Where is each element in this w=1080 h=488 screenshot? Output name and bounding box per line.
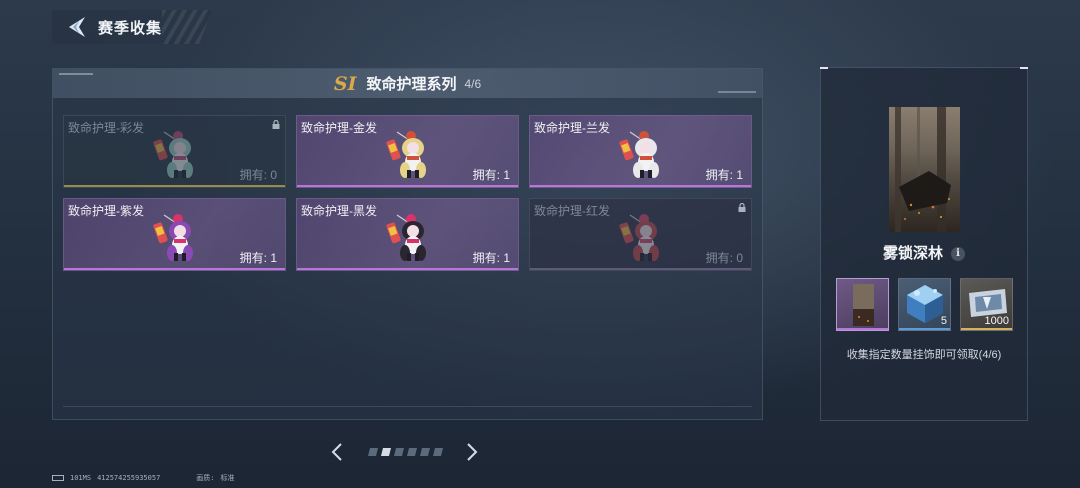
charm-name: 致命护理-红发 (534, 204, 610, 218)
charm-figure-icon (153, 214, 193, 261)
charm-card[interactable]: 致命护理-紫发 拥有: 1 (63, 198, 286, 271)
charm-card[interactable]: 致命护理-兰发 拥有: 1 (529, 115, 752, 188)
owned-count: 拥有: 1 (472, 168, 510, 182)
battery-icon (52, 475, 64, 481)
charm-name: 致命护理-黑发 (301, 204, 377, 218)
series-header: SI 致命护理系列 4/6 (53, 69, 762, 98)
page-dots (368, 448, 443, 456)
header-deco-right (718, 91, 756, 93)
season-badge: SI (333, 72, 357, 95)
page-dot[interactable] (381, 448, 391, 456)
uid-text: 412574255935057 (97, 474, 161, 482)
next-page-arrow-icon[interactable] (465, 442, 479, 462)
charm-name: 致命护理-金发 (301, 121, 377, 135)
charm-card[interactable]: 致命护理-彩发 拥有: 0 (63, 115, 286, 188)
reward-panel: 雾锁深林 i 5 1000 收集指定数量挂饰即可领取(4/6) (820, 67, 1028, 421)
item-rarity-bar (961, 328, 1012, 330)
item-count: 5 (940, 315, 947, 327)
page-dot[interactable] (407, 448, 417, 456)
page-dot[interactable] (433, 448, 443, 456)
charm-card[interactable]: 致命护理-黑发 拥有: 1 (296, 198, 519, 271)
info-icon[interactable]: i (951, 247, 965, 262)
owned-count: 拥有: 0 (239, 168, 277, 182)
reward-name-row: 雾锁深林 i (821, 242, 1027, 263)
panel-divider (63, 406, 752, 407)
owned-count: 拥有: 1 (472, 251, 510, 265)
reward-items: 5 1000 (836, 278, 1013, 331)
portrait-icon (853, 284, 874, 326)
pagination (330, 440, 486, 464)
charm-figure-icon (386, 214, 426, 261)
charm-figure-icon (386, 131, 426, 178)
back-button[interactable] (64, 14, 90, 40)
ping-text: 101MS (70, 474, 92, 482)
owned-count: 拥有: 1 (705, 168, 743, 182)
reward-artwork[interactable] (889, 107, 960, 232)
quality-label: 画质: (196, 474, 215, 482)
reward-name: 雾锁深林 (882, 245, 943, 262)
forest-scene-icon (895, 107, 951, 232)
reward-item-portrait[interactable] (836, 278, 889, 331)
charm-card[interactable]: 致命护理-金发 拥有: 1 (296, 115, 519, 188)
charm-figure-icon (619, 131, 659, 178)
page-dot[interactable] (368, 448, 378, 456)
lock-icon (738, 203, 746, 212)
charm-name: 致命护理-紫发 (68, 204, 144, 218)
charm-card[interactable]: 致命护理-红发 拥有: 0 (529, 198, 752, 271)
page-dot[interactable] (420, 448, 430, 456)
lock-icon (272, 120, 280, 129)
claim-hint: 收集指定数量挂饰即可领取(4/6) (846, 349, 1002, 361)
back-arrow-icon (69, 17, 85, 37)
collection-panel: SI 致命护理系列 4/6 致命护理-彩发 拥有: 0 致命护理-金发 拥有: … (52, 68, 763, 420)
quality-value: 标准 (220, 474, 235, 482)
series-title: 致命护理系列 (366, 76, 457, 93)
reward-item-crystal[interactable]: 5 (898, 278, 951, 331)
owned-count: 拥有: 0 (705, 251, 743, 265)
charm-name: 致命护理-彩发 (68, 121, 144, 135)
page-dot[interactable] (394, 448, 404, 456)
page-title: 赛季收集 (98, 19, 163, 37)
header-deco-left (59, 73, 93, 75)
charm-grid: 致命护理-彩发 拥有: 0 致命护理-金发 拥有: 1 致命护理-兰发 拥有: … (63, 115, 753, 271)
status-footer: 101MS 412574255935057 画质: 标准 (52, 473, 235, 483)
item-rarity-bar (837, 328, 888, 330)
item-rarity-bar (899, 328, 950, 330)
owned-count: 拥有: 1 (239, 251, 277, 265)
item-count: 1000 (984, 315, 1009, 327)
charm-figure-icon (619, 214, 659, 261)
prev-page-arrow-icon[interactable] (330, 442, 344, 462)
reward-item-ticket[interactable]: 1000 (960, 278, 1013, 331)
charm-figure-icon (153, 131, 193, 178)
header-decoration (162, 10, 212, 44)
header-bar: 赛季收集 (52, 10, 212, 44)
series-progress: 4/6 (464, 76, 482, 91)
charm-name: 致命护理-兰发 (534, 121, 610, 135)
